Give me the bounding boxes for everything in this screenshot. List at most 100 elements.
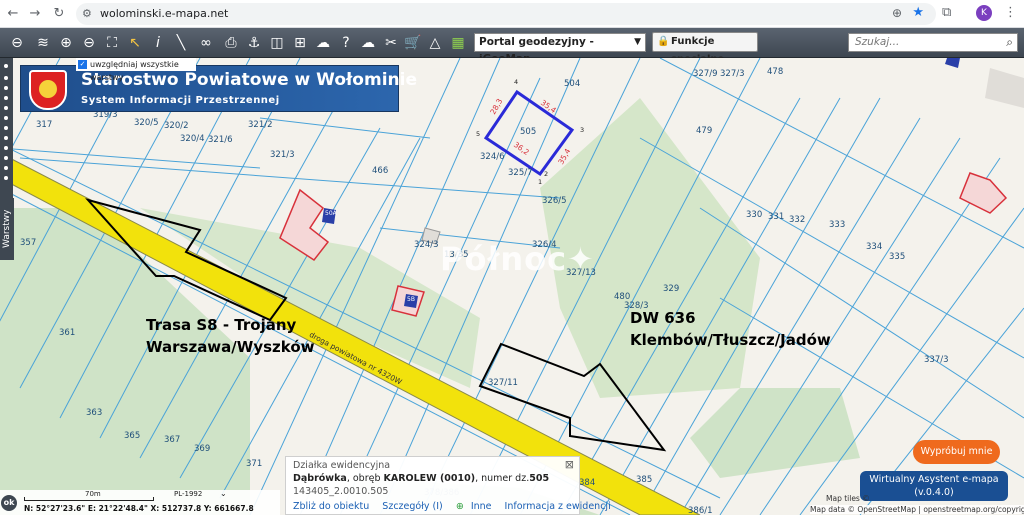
parcel-number: 505 (529, 473, 550, 484)
left-annotation-line1: Trasa S8 - Trojany (146, 316, 297, 334)
comment-icon[interactable]: ☁ (313, 33, 333, 53)
rail-dot[interactable] (4, 156, 8, 160)
building-gray (421, 227, 441, 245)
rail-dot[interactable] (4, 146, 8, 150)
search-icon[interactable]: ⌕ (1006, 34, 1013, 51)
layers-icon[interactable]: ≋ (33, 33, 53, 53)
url-text: wolominski.e-mapa.net (100, 7, 229, 20)
right-annotation-line2: Klembów/Tłuszcz/Jadów (630, 331, 831, 349)
parcel-description: Dąbrówka, obręb KAROLEW (0010), numer dz… (293, 473, 549, 484)
starostwo-banner: Starostwo Powiatowe w Wołominie System I… (20, 65, 417, 112)
more-link[interactable]: Inne (471, 501, 492, 512)
banner-title: Starostwo Powiatowe w Wołominie (81, 70, 417, 90)
locality: Dąbrówka (293, 473, 347, 484)
wrench-icon[interactable]: ✂ (381, 33, 401, 53)
back-icon[interactable]: ← (4, 5, 22, 23)
zoom-to-object-link[interactable]: Zbliż do obiektu (293, 501, 369, 512)
building-tag-box (322, 208, 336, 224)
map-toolbar: ⊖ ≋ ⊕ ⊖ ⛶ ↖ i ╲ ∞ ⎙ ⚓ ◫ ⊞ ☁ ? ☁ ✂ 🛒 △ ▦ … (0, 28, 1024, 65)
attribution-osm[interactable]: Map data © OpenStreetMap | openstreetmap… (810, 505, 1024, 514)
ewidencja-info-link[interactable]: Informacja z ewidencji (505, 501, 611, 512)
rail-dot[interactable] (4, 86, 8, 90)
lock-icon: 🔒 (657, 36, 670, 47)
map-canvas[interactable]: 317 319/3 320/5 320/2 320/4 321/2 321/6 … (0, 58, 1024, 515)
anchor-icon[interactable]: ⚓ (244, 33, 264, 53)
print-icon[interactable]: ⎙ (221, 33, 241, 53)
left-annotation-line2: Warszawa/Wyszków (146, 338, 315, 356)
rail-dot[interactable] (4, 106, 8, 110)
portal-select[interactable]: Portal geodezyjny - iGeoMap ▼ (474, 33, 646, 65)
rail-dot[interactable] (4, 116, 8, 120)
building-tag-box (945, 58, 960, 68)
right-annotation-line1: DW 636 (630, 309, 696, 327)
reload-icon[interactable]: ↻ (50, 5, 68, 23)
map-attribution: Map tiles © Map data © OpenStreetMap | o… (800, 494, 1024, 515)
site-info-icon[interactable]: ⚙ (82, 7, 92, 20)
rail-dot[interactable] (4, 96, 8, 100)
cart-icon[interactable]: 🛒 (403, 33, 423, 53)
chevron-down-icon[interactable]: ⌄ (220, 489, 227, 498)
zoom-extent-icon[interactable]: ⛶ (102, 33, 122, 53)
profile-avatar[interactable]: K (976, 5, 992, 21)
chevron-down-icon: ▼ (634, 37, 641, 47)
parcel-info-panel: Działka ewidencyjna ⊠ Dąbrówka, obręb KA… (285, 456, 611, 515)
rail-dot[interactable] (4, 136, 8, 140)
color-grid-icon[interactable]: ▦ (448, 33, 468, 53)
close-icon[interactable]: ⊠ (565, 458, 574, 471)
zoom-icon[interactable]: ⊕ (892, 6, 902, 20)
bookmark-star-icon[interactable]: ★ (912, 5, 924, 20)
funkcje-specjalne-button[interactable]: 🔒 Funkcje specjalne (652, 32, 758, 65)
watermark: Północ✦ (440, 240, 595, 278)
rail-dot[interactable] (4, 166, 8, 170)
rail-dot[interactable] (4, 64, 8, 68)
warstwy-tab[interactable]: Warstwy (0, 198, 14, 260)
try-me-button[interactable]: Wypróbuj mnie (913, 440, 1000, 464)
left-annotation: Trasa S8 - Trojany Warszawa/Wyszków (146, 314, 315, 358)
search-input[interactable]: Szukaj... ⌕ (848, 33, 1018, 52)
select-icon[interactable]: ↖ (125, 33, 145, 53)
right-annotation: DW 636 Klembów/Tłuszcz/Jadów (630, 307, 831, 351)
crs-select[interactable]: PL-1992 (174, 490, 202, 498)
all-layers-checkbox[interactable]: ✓ uwzględniaj wszystkie warstwy (76, 58, 196, 82)
help-icon[interactable]: ? (336, 33, 356, 53)
extensions-icon[interactable]: ⧉ (942, 5, 951, 20)
zoom-out-icon[interactable]: ⊖ (79, 33, 99, 53)
grid-tool-icon[interactable]: ⊞ (290, 33, 310, 53)
cloud-icon[interactable]: ☁ (358, 33, 378, 53)
obreb-prefix: , obręb (346, 473, 384, 484)
building-gray (985, 68, 1024, 108)
building-tag-box (404, 294, 418, 308)
cursor-coordinates: N: 52°27'23.6" E: 21°22'48.4" X: 512737.… (24, 504, 254, 513)
green-area (690, 388, 860, 478)
globe-icon[interactable]: ⊖ (4, 33, 30, 53)
assistant-label: Wirtualny Asystent e-mapa (869, 474, 999, 485)
rail-dot[interactable] (4, 176, 8, 180)
selected-parcel-505[interactable] (483, 89, 575, 177)
address-bar[interactable]: ⚙ wolominski.e-mapa.net ⊕ ★ (76, 3, 936, 25)
parcel-id: 143405_2.0010.505 (293, 486, 389, 497)
forward-icon[interactable]: → (26, 5, 44, 23)
info-panel-header: Działka ewidencyjna (293, 460, 391, 471)
ok-button[interactable]: ok (1, 495, 17, 511)
attribution-tiles: Map tiles © (826, 494, 870, 503)
details-link[interactable]: Szczegóły (I) (382, 501, 442, 512)
tent-icon[interactable]: △ (425, 33, 445, 53)
menu-icon[interactable]: ⋮ (1004, 5, 1017, 20)
obreb: KAROLEW (0010) (383, 473, 476, 484)
plus-circle-icon[interactable]: ⊕ (456, 501, 464, 512)
compare-icon[interactable]: ◫ (267, 33, 287, 53)
rail-dot[interactable] (4, 76, 8, 80)
map-svg (0, 58, 1024, 515)
info-icon[interactable]: i (148, 33, 168, 53)
banner-subtitle: System Informacji Przestrzennej (81, 95, 280, 106)
link-icon[interactable]: ∞ (196, 33, 216, 53)
zoom-in-icon[interactable]: ⊕ (56, 33, 76, 53)
browser-chrome: ← → ↻ ⚙ wolominski.e-mapa.net ⊕ ★ ⧉ K ⋮ (0, 0, 1024, 28)
measure-icon[interactable]: ╲ (171, 33, 191, 53)
coat-of-arms-icon (29, 70, 67, 110)
scale-bar (24, 497, 154, 501)
numer-prefix: , numer dz. (475, 473, 530, 484)
search-placeholder: Szukaj... (855, 36, 900, 48)
info-panel-links: Zbliż do obiektu Szczegóły (I) ⊕ Inne In… (293, 501, 621, 512)
rail-dot[interactable] (4, 126, 8, 130)
